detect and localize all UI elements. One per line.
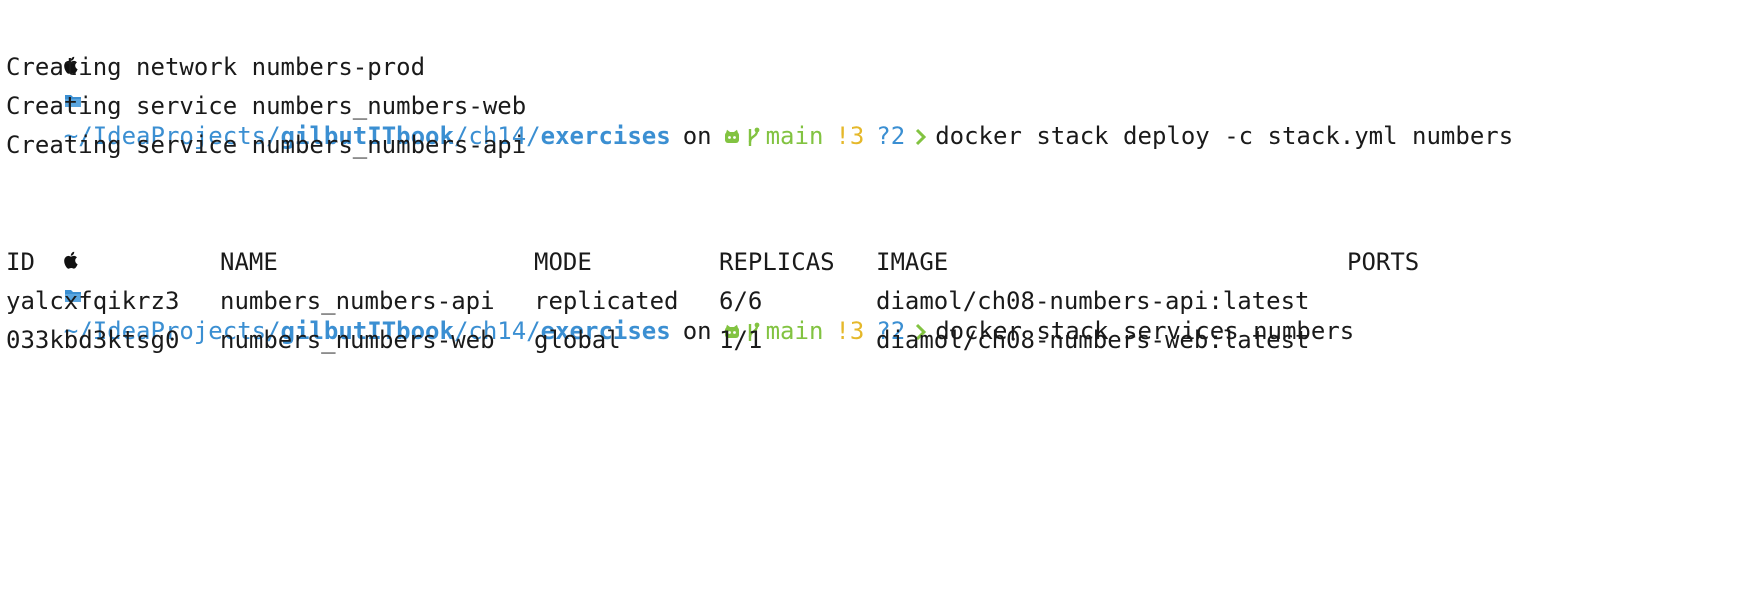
cell-name: numbers_numbers-api [220, 287, 495, 315]
cell-replicas: 1/1 [719, 326, 763, 354]
cell-name: numbers_numbers-web [220, 326, 495, 354]
table-row: 033kbd3ktsg0 numbers_numbers-web global … [6, 322, 1309, 358]
git-modified: !3 [835, 122, 865, 150]
cell-id: 033kbd3ktsg0 [6, 326, 180, 354]
cell-image: diamol/ch08-numbers-web:latest [876, 326, 1310, 354]
prompt-on: on [682, 317, 712, 345]
cell-mode: global [534, 326, 621, 354]
branch-name: main [765, 122, 824, 150]
cell-id: yalcxfqikrz3 [6, 287, 180, 315]
terminal-window[interactable]: ~/IdeaProjects/gilbutITbook/ch14/exercis… [0, 0, 1758, 418]
cell-replicas: 6/6 [719, 287, 763, 315]
header-replicas: REPLICAS [719, 248, 835, 276]
cell-image: diamol/ch08-numbers-api:latest [876, 287, 1310, 315]
branch-name: main [765, 317, 824, 345]
output-line: Creating service numbers_numbers-api [6, 131, 527, 159]
output-line: Creating network numbers-prod [6, 53, 426, 81]
cell-mode: replicated [534, 287, 679, 315]
prompt-line-services: ~/IdeaProjects/gilbutITbook/ch14/exercis… [6, 205, 1354, 345]
prompt-line-deploy: ~/IdeaProjects/gilbutITbook/ch14/exercis… [6, 10, 1513, 150]
header-name: NAME [220, 248, 278, 276]
prompt-on: on [682, 122, 712, 150]
git-untracked: ?2 [876, 122, 906, 150]
apple-icon [63, 251, 78, 269]
branch-icon [748, 127, 759, 146]
header-ports: PORTS [1347, 248, 1420, 276]
header-id: ID [6, 248, 35, 276]
git-modified: !3 [835, 317, 865, 345]
path-dir: exercises [540, 122, 671, 150]
command-deploy[interactable]: docker stack deploy -c stack.yml numbers [935, 118, 1513, 154]
output-line: Creating service numbers_numbers-web [6, 92, 527, 120]
header-image: IMAGE [876, 248, 949, 276]
table-row: yalcxfqikrz3 numbers_numbers-api replica… [6, 283, 1309, 319]
header-mode: MODE [534, 248, 592, 276]
chevron-right-icon [916, 128, 927, 146]
github-icon [724, 129, 739, 143]
services-table-header: ID NAME MODE REPLICAS IMAGE PORTS [6, 244, 1419, 280]
